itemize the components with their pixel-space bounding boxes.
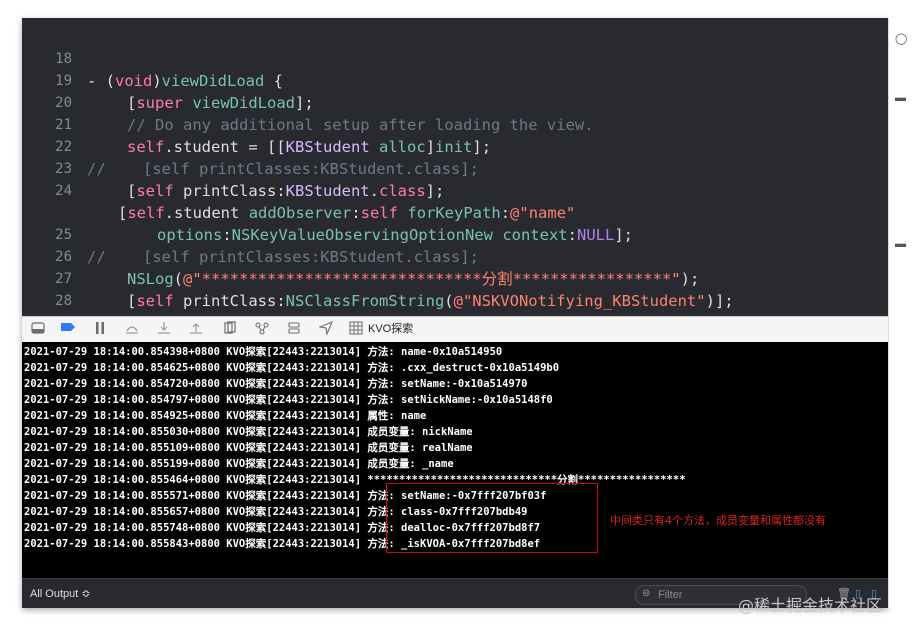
code-line: 20 // Do any additional setup after load… xyxy=(22,70,593,134)
xcode-window: 18 - (void)viewDidLoad { 19 [super viewD… xyxy=(22,18,888,608)
output-select[interactable]: All Output ≎ xyxy=(30,587,91,600)
code-line: 27 [self printClass:NSClassFromString(@"… xyxy=(22,246,733,310)
log-line: 2021-07-29 18:14:00.854925+0800 KVO探索[22… xyxy=(24,410,427,422)
code-line: 28 } xyxy=(22,268,96,332)
code-line: options:NSKeyValueObservingOptionNew con… xyxy=(157,226,633,244)
log-line: 2021-07-29 18:14:00.855030+0800 KVO探索[22… xyxy=(24,426,473,438)
log-line: 2021-07-29 18:14:00.855109+0800 KVO探索[22… xyxy=(24,442,473,454)
step-out-icon[interactable] xyxy=(188,321,204,337)
code-line: 22 // [self printClasses:KBStudent.class… xyxy=(22,114,479,178)
code-line: 19 [super viewDidLoad]; xyxy=(22,48,314,112)
inspector-strip: ◯ ▬ ▬ xyxy=(888,18,921,608)
code-line: 21 self.student = [[KBStudent alloc]init… xyxy=(22,92,491,156)
code-editor[interactable]: 18 - (void)viewDidLoad { 19 [super viewD… xyxy=(22,18,888,332)
memory-graph-icon[interactable] xyxy=(254,321,270,337)
inspector-icon[interactable]: ▬ xyxy=(895,238,906,250)
inspector-icon[interactable]: ▬ xyxy=(895,92,906,104)
log-line: 2021-07-29 18:14:00.854625+0800 KVO探索[22… xyxy=(24,362,560,374)
log-line: 2021-07-29 18:14:00.855199+0800 KVO探索[22… xyxy=(24,458,454,470)
scheme-icon[interactable] xyxy=(348,321,364,337)
console-output[interactable]: 2021-07-29 18:14:00.854398+0800 KVO探索[22… xyxy=(22,342,888,578)
scheme-label[interactable]: KVO探索 xyxy=(368,321,413,337)
code-line: 24 [self.student addObserver:self forKey… xyxy=(22,158,575,222)
code-line: 18 - (void)viewDidLoad { xyxy=(22,26,283,90)
step-over-icon[interactable] xyxy=(124,321,140,337)
filter-icon: ⊜ xyxy=(642,588,651,599)
code-line: 23 [self printClass:KBStudent.class]; xyxy=(22,136,444,200)
log-line: 2021-07-29 18:14:00.854720+0800 KVO探索[22… xyxy=(24,378,528,390)
step-into-icon[interactable] xyxy=(156,321,172,337)
location-icon[interactable] xyxy=(318,320,334,337)
pause-icon[interactable] xyxy=(92,321,108,337)
log-line: 2021-07-29 18:14:00.854797+0800 KVO探索[22… xyxy=(24,394,553,406)
annotation-note: 中间类只有4个方法，成员变量和属性都没有 xyxy=(610,514,826,527)
inspector-icon[interactable]: ◯ xyxy=(895,32,907,45)
hide-panel-icon[interactable] xyxy=(30,321,46,337)
code-line: 26 NSLog(@"*****************************… xyxy=(22,224,699,288)
highlight-box xyxy=(386,483,598,553)
watermark: @稀土掘金技术社区 xyxy=(738,596,883,615)
breakpoint-icon[interactable] xyxy=(60,321,76,337)
code-line: 29 xyxy=(22,290,78,331)
environment-icon[interactable] xyxy=(286,321,302,337)
log-line: 2021-07-29 18:14:00.854398+0800 KVO探索[22… xyxy=(24,346,503,358)
view-debugger-icon[interactable] xyxy=(222,321,238,337)
code-line: 25 // [self printClasses:KBStudent.class… xyxy=(22,202,479,266)
debug-toolbar: KVO探索 xyxy=(22,316,888,343)
